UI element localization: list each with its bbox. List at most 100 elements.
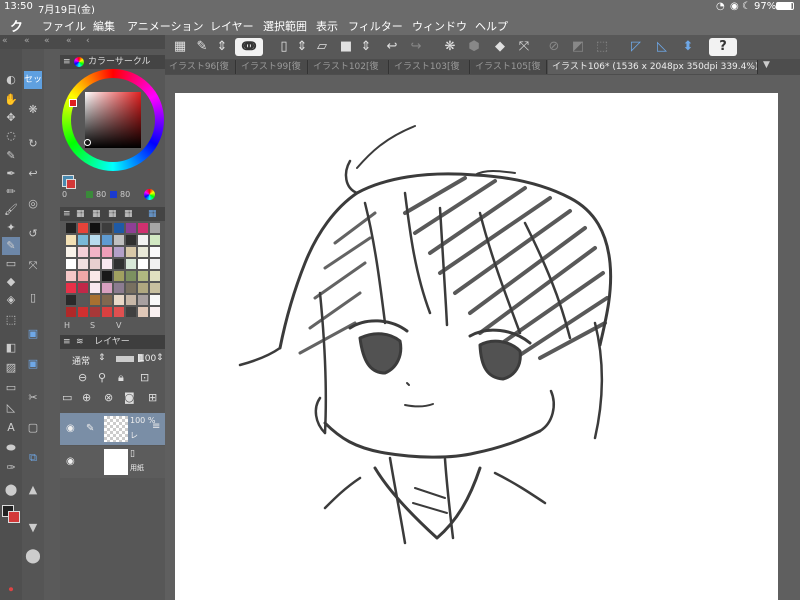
move-tool-icon[interactable]: ✥	[2, 109, 20, 127]
pencil-tool-icon[interactable]: ✏	[2, 183, 20, 201]
eraser-tool-icon[interactable]: ▭	[2, 255, 20, 273]
palette-footer-v[interactable]: V	[116, 321, 121, 330]
collapse-icon[interactable]: «	[66, 36, 72, 46]
color-swatch[interactable]	[138, 271, 148, 281]
palette-tab-icon[interactable]: ▦	[124, 207, 133, 221]
color-swatch[interactable]	[102, 247, 112, 257]
lock-icon[interactable]: 🔒︎	[118, 371, 124, 385]
color-swatch[interactable]	[90, 307, 100, 317]
color-swatch[interactable]	[126, 235, 136, 245]
color-saturation-square[interactable]	[85, 92, 141, 148]
new-document-icon[interactable]: ▯	[275, 38, 293, 56]
color-swatch[interactable]	[126, 307, 136, 317]
tab-illust102[interactable]: イラスト102[復	[309, 60, 389, 74]
layout-grid-icon[interactable]: ▦	[171, 38, 189, 56]
opacity-stepper-icon[interactable]: ⇕	[156, 353, 164, 363]
eyedropper-tool-icon[interactable]: ✎	[2, 147, 20, 165]
color-swatch[interactable]	[114, 223, 124, 233]
color-swatch[interactable]	[66, 247, 76, 257]
color-swatch[interactable]	[66, 235, 76, 245]
color-swatch[interactable]	[138, 283, 148, 293]
stepper-icon[interactable]: ⇕	[357, 38, 375, 56]
layer-jpg-icon[interactable]: ▣	[24, 325, 42, 343]
deselect-icon[interactable]: ⊘	[545, 38, 563, 56]
color-swatch[interactable]	[78, 271, 88, 281]
color-swatch[interactable]	[126, 271, 136, 281]
palette-tab-icon[interactable]: ▦	[108, 207, 117, 221]
loading-icon[interactable]: ❋	[441, 38, 459, 56]
color-swatch[interactable]	[114, 247, 124, 257]
menu-edit[interactable]: 編集	[93, 18, 115, 34]
menu-icon[interactable]: ≡	[63, 207, 71, 221]
color-swatch[interactable]	[138, 295, 148, 305]
eye-visibility-icon[interactable]: ◉	[66, 456, 75, 467]
color-mode-icon[interactable]	[144, 189, 155, 200]
eye-visibility-icon[interactable]: ◉	[66, 423, 75, 434]
tab-illust96[interactable]: イラスト96[復	[165, 60, 236, 74]
circle-icon[interactable]: ⬤	[24, 547, 42, 565]
color-picker-handle[interactable]	[84, 139, 91, 146]
oval-tool-icon[interactable]: ⬤	[2, 481, 20, 499]
color-swatch[interactable]	[150, 247, 160, 257]
edit-image-icon[interactable]: ✎	[193, 38, 211, 56]
opacity-slider[interactable]	[116, 356, 134, 362]
correct-line-tool-icon[interactable]: ✑	[2, 459, 20, 477]
color-swatch[interactable]	[114, 235, 124, 245]
color-swatch[interactable]	[126, 259, 136, 269]
zoom-tool-icon[interactable]: ◐	[2, 71, 20, 89]
tab-illust103[interactable]: イラスト103[復	[390, 60, 470, 74]
color-swatch[interactable]	[78, 259, 88, 269]
opacity-value[interactable]: 100	[139, 354, 156, 364]
color-swatch[interactable]	[66, 271, 76, 281]
color-swatch[interactable]	[90, 271, 100, 281]
ruler-snap-icon[interactable]: ◸	[627, 38, 645, 56]
color-swatch[interactable]	[102, 223, 112, 233]
redo-icon[interactable]: ↪	[407, 38, 425, 56]
color-swatch[interactable]	[66, 223, 76, 233]
tab-illust99[interactable]: イラスト99[復	[237, 60, 308, 74]
color-swatch[interactable]	[102, 307, 112, 317]
save-icon[interactable]: ■	[337, 38, 355, 56]
color-swatch[interactable]	[114, 271, 124, 281]
scissors-icon[interactable]: ✂	[24, 389, 42, 407]
brush-tool-icon[interactable]: 🖌	[2, 201, 20, 219]
color-swatch[interactable]	[78, 247, 88, 257]
blend-mode-select[interactable]: 通常	[72, 354, 90, 367]
layer-row[interactable]: ◉ ▯ 用紙	[60, 446, 165, 478]
ruler-tool-icon[interactable]: ◺	[2, 399, 20, 417]
color-swatch[interactable]	[90, 283, 100, 293]
color-swatch[interactable]	[78, 235, 88, 245]
undo-icon[interactable]: ↩	[383, 38, 401, 56]
new-page-icon[interactable]: ▯	[24, 289, 42, 307]
color-swatch[interactable]	[126, 247, 136, 257]
fill-tool-icon[interactable]: ◈	[2, 291, 20, 309]
transform-icon[interactable]: ⤧	[515, 38, 533, 56]
sub-color-icon[interactable]	[66, 179, 76, 189]
hand-tool-icon[interactable]: ✋	[2, 91, 20, 109]
menu-layer[interactable]: レイヤー	[210, 18, 254, 34]
color-swatch[interactable]	[150, 307, 160, 317]
palette-footer-h[interactable]: H	[64, 321, 70, 330]
color-swatch[interactable]	[114, 307, 124, 317]
pen-tool-icon[interactable]: ✒	[2, 165, 20, 183]
color-swatch[interactable]	[102, 235, 112, 245]
tab-illust105[interactable]: イラスト105[復	[471, 60, 547, 74]
gradient-tool-icon[interactable]: ▨	[2, 359, 20, 377]
palette-footer-s[interactable]: S	[90, 321, 95, 330]
scroll-down-icon[interactable]: ▼	[24, 519, 42, 537]
color-swatch[interactable]	[126, 283, 136, 293]
record-icon[interactable]: ⏺	[2, 581, 20, 599]
color-swatch[interactable]	[78, 223, 88, 233]
reference-icon[interactable]: ⚲	[98, 371, 106, 384]
new-raster-layer-icon[interactable]: ⊕	[82, 391, 91, 404]
hue-picker-handle[interactable]	[69, 99, 77, 107]
app-logo[interactable]: ク	[10, 16, 23, 35]
clear-icon[interactable]: ⬢	[465, 38, 483, 56]
layer-jpg-icon[interactable]: ▣	[24, 355, 42, 373]
select-all-icon[interactable]: ⬚	[593, 38, 611, 56]
color-swatch[interactable]	[138, 235, 148, 245]
menu-view[interactable]: 表示	[316, 18, 338, 34]
tab-menu-chevron-icon[interactable]: ▼	[763, 60, 770, 70]
collapse-icon[interactable]: «	[44, 36, 50, 46]
redo-icon[interactable]: ↻	[24, 135, 42, 153]
